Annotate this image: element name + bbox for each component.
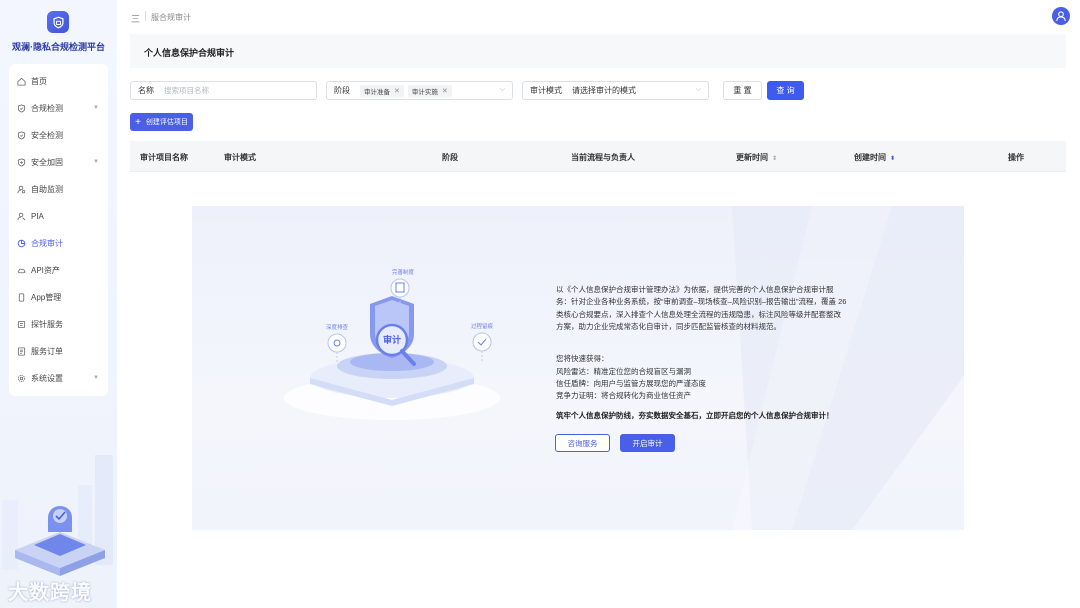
sidebar-item-home[interactable]: 首页 xyxy=(9,68,108,95)
reset-button[interactable]: 重 置 xyxy=(723,81,762,100)
menu-toggle-icon[interactable]: 三 xyxy=(131,12,140,25)
gear-icon xyxy=(17,374,26,383)
shield-check-icon xyxy=(17,131,26,140)
sidebar-item-security-check[interactable]: 安全检测 xyxy=(9,122,108,149)
user-monitor-icon xyxy=(17,185,26,194)
sidebar-item-self-monitor[interactable]: 自助监测 xyxy=(9,176,108,203)
sidebar-item-label: 合规检测 xyxy=(31,104,63,113)
sort-icon[interactable]: ⇕ xyxy=(772,156,777,162)
order-icon xyxy=(17,347,26,356)
sidebar-item-probe-service[interactable]: 探针服务 xyxy=(9,311,108,338)
column-stage: 阶段 xyxy=(442,153,458,162)
create-project-label: 创建评估项目 xyxy=(145,119,188,126)
column-created-time[interactable]: 创建时间 ⬍ xyxy=(854,152,895,163)
user-search-icon xyxy=(17,212,26,221)
sidebar-item-label: 自助监测 xyxy=(31,185,63,194)
gain-item: 信任盾牌：向用户与监管方展现您的严谨态度 xyxy=(556,379,706,388)
home-icon xyxy=(17,77,26,86)
gain-item: 风险雷达：精准定位您的合规盲区与漏洞 xyxy=(556,367,691,376)
chevron-down-icon: ▼ xyxy=(93,375,99,381)
avatar[interactable] xyxy=(1052,7,1070,25)
sidebar-item-label: 系统设置 xyxy=(31,374,63,383)
probe-icon xyxy=(17,320,26,329)
breadcrumb[interactable]: 服合规审计 xyxy=(151,12,191,23)
audit-mode-label: 审计模式 xyxy=(530,86,562,95)
sidebar-item-label: 服务订单 xyxy=(31,347,63,356)
sidebar-item-compliance-audit[interactable]: 合规审计 xyxy=(9,230,108,257)
sidebar-item-label: 合规审计 xyxy=(31,239,63,248)
name-search-input[interactable]: 搜索项目名称 xyxy=(164,85,209,96)
sidebar-item-label: 首页 xyxy=(31,77,47,86)
sidebar-item-label: PIA xyxy=(31,212,44,221)
stage-tag: 审计准备 ✕ xyxy=(360,84,404,97)
chevron-down-icon: ▼ xyxy=(93,159,99,165)
sidebar: 观澜·隐私合规检测平台 首页 合规检测 ▼ 安全检测 安全加固 ▼ 自助监测 P… xyxy=(0,0,117,608)
app-logo[interactable] xyxy=(47,11,69,33)
sidebar-item-api-assets[interactable]: API资产 xyxy=(9,257,108,284)
consult-service-button[interactable]: 咨询服务 xyxy=(555,434,610,452)
illustration-top-label: 完善制度 xyxy=(392,268,415,276)
name-label: 名称 xyxy=(138,86,154,95)
audit-icon xyxy=(17,239,26,248)
sidebar-item-compliance-check[interactable]: 合规检测 ▼ xyxy=(9,95,108,122)
sidebar-nav: 首页 合规检测 ▼ 安全检测 安全加固 ▼ 自助监测 PIA 合规审计 API资… xyxy=(9,64,108,396)
chevron-down-icon[interactable]: ⌵ xyxy=(696,86,701,94)
sidebar-item-hardening[interactable]: 安全加固 ▼ xyxy=(9,149,108,176)
topbar: 三 服合规审计 xyxy=(117,0,1080,34)
empty-state-card: 审计 完善制度 深度排查 过程留痕 以《个人信息保护合规审计管理办法》为依据，提… xyxy=(192,206,964,530)
column-audit-mode: 审计模式 xyxy=(224,153,256,162)
query-button[interactable]: 查 询 xyxy=(767,81,804,100)
close-icon[interactable]: ✕ xyxy=(394,87,400,95)
audit-slogan: 筑牢个人信息保护防线，夯实数据安全基石，立即开启您的个人信息保护合规审计！ xyxy=(556,411,834,420)
cloud-icon xyxy=(17,266,26,275)
sort-desc-icon[interactable]: ⬍ xyxy=(890,156,895,162)
create-project-button[interactable]: + 创建评估项目 xyxy=(130,113,193,131)
column-project-name: 审计项目名称 xyxy=(140,153,188,162)
audit-mode-value: 请选择审计的模式 xyxy=(572,86,636,95)
illustration-center-label: 审计 xyxy=(383,334,401,346)
user-icon xyxy=(1056,11,1066,22)
shield-check-icon xyxy=(17,104,26,113)
illustration-left-label: 深度排查 xyxy=(326,323,349,331)
phone-icon xyxy=(17,293,26,302)
shield-plus-icon xyxy=(17,158,26,167)
sidebar-item-pia[interactable]: PIA xyxy=(9,203,108,230)
sidebar-item-label: 探针服务 xyxy=(31,320,63,329)
sidebar-item-label: API资产 xyxy=(31,266,60,275)
sidebar-item-app-manage[interactable]: App管理 xyxy=(9,284,108,311)
start-audit-button[interactable]: 开启审计 xyxy=(620,434,675,452)
page-title: 个人信息保护合规审计 xyxy=(144,48,235,58)
illustration-right-label: 过程留痕 xyxy=(471,322,494,330)
sidebar-item-label: 安全检测 xyxy=(31,131,63,140)
plus-icon: + xyxy=(135,116,141,128)
stage-label: 阶段 xyxy=(334,86,350,95)
sidebar-item-system-settings[interactable]: 系统设置 ▼ xyxy=(9,365,108,392)
chevron-down-icon: ▼ xyxy=(93,105,99,111)
stage-tag: 审计实施 ✕ xyxy=(407,84,452,97)
gain-item: 竞争力证明：将合规转化为商业信任资产 xyxy=(556,391,691,400)
stage-select[interactable]: 阶段 审计准备 ✕ 审计实施 ✕ ⌵ xyxy=(326,81,513,100)
table-header: 审计项目名称 审计模式 阶段 当前流程与负责人 更新时间 ⇕ 创建时间 ⬍ 操作 xyxy=(130,141,1066,172)
breadcrumb-divider xyxy=(145,11,146,21)
page-title-bar: 个人信息保护合规审计 xyxy=(130,34,1066,68)
shield-icon xyxy=(52,16,64,28)
column-actions: 操作 xyxy=(1008,153,1024,162)
column-updated-time[interactable]: 更新时间 ⇕ xyxy=(736,152,777,163)
gains-title: 您将快速获得： xyxy=(556,354,609,363)
watermark: 大数跨境 xyxy=(8,582,92,604)
sidebar-item-label: App管理 xyxy=(31,293,62,302)
audit-mode-select[interactable]: 审计模式 请选择审计的模式 ⌵ xyxy=(522,81,709,100)
app-title: 观澜·隐私合规检测平台 xyxy=(12,42,105,52)
audit-description: 以《个人信息保护合规审计管理办法》为依据，提供完善的个人信息保护合规审计服务：针… xyxy=(556,285,847,332)
name-search-field[interactable]: 名称 搜索项目名称 xyxy=(130,81,317,100)
sidebar-item-service-orders[interactable]: 服务订单 xyxy=(9,338,108,365)
close-icon[interactable]: ✕ xyxy=(442,87,448,95)
sidebar-item-label: 安全加固 xyxy=(31,158,63,167)
chevron-down-icon[interactable]: ⌵ xyxy=(500,86,505,94)
column-flow-owner: 当前流程与负责人 xyxy=(571,153,635,162)
